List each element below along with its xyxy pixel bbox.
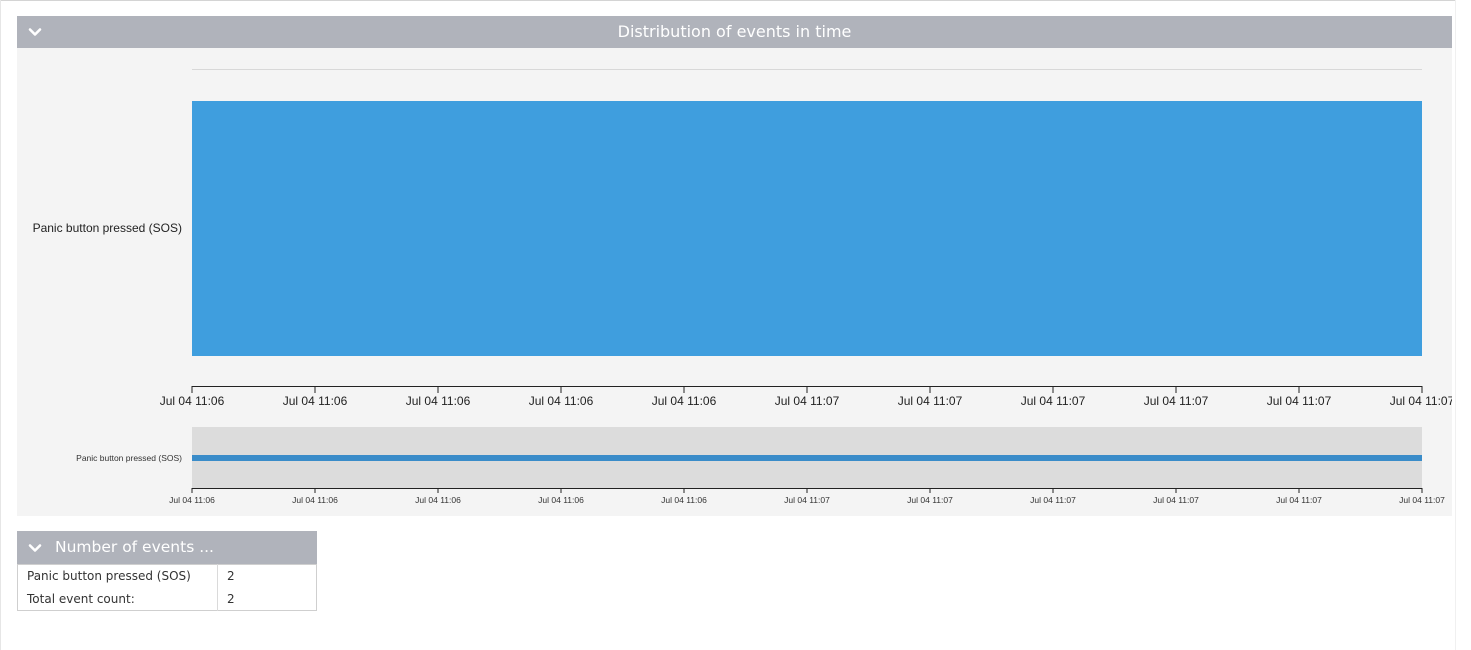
x-tick-label: Jul 04 11:06 — [529, 394, 594, 408]
event-bar — [192, 101, 1422, 356]
table-row: Total event count: 2 — [17, 587, 317, 611]
count-panel-header[interactable]: Number of events ... — [17, 531, 317, 564]
navigator-category-label: Panic button pressed (SOS) — [76, 453, 182, 463]
navigator-x-tick-label: Jul 04 11:07 — [1153, 495, 1199, 505]
navigator-x-tick-label: Jul 04 11:07 — [1030, 495, 1076, 505]
navigator-x-tick-label: Jul 04 11:06 — [661, 495, 707, 505]
total-count-label: Total event count: — [17, 587, 218, 611]
x-tick-label: Jul 04 11:06 — [160, 394, 225, 408]
navigator-x-tick-label: Jul 04 11:07 — [784, 495, 830, 505]
x-tick-label: Jul 04 11:07 — [775, 394, 840, 408]
navigator-x-tick-label: Jul 04 11:07 — [907, 495, 953, 505]
count-panel-title: Number of events ... — [55, 538, 214, 556]
x-tick-label: Jul 04 11:06 — [283, 394, 348, 408]
distribution-chart-area: Panic button pressed (SOS) Jul 04 11:06 Ju… — [17, 48, 1452, 516]
x-tick-label: Jul 04 11:07 — [1144, 394, 1209, 408]
top-border — [0, 0, 1456, 1]
left-border — [0, 0, 1, 650]
total-count-value: 2 — [227, 591, 235, 606]
event-type-label: Panic button pressed (SOS) — [17, 564, 218, 588]
event-count-table: Panic button pressed (SOS) 2 Total event… — [17, 564, 317, 611]
navigator-bar — [192, 455, 1422, 461]
x-tick-label: Jul 04 11:07 — [1267, 394, 1332, 408]
x-tick-label: Jul 04 11:06 — [406, 394, 471, 408]
x-tick-label: Jul 04 11:07 — [1390, 394, 1452, 408]
chevron-down-icon[interactable] — [28, 541, 42, 555]
navigator-x-tick-label: Jul 04 11:06 — [292, 495, 338, 505]
x-tick-label: Jul 04 11:07 — [1021, 394, 1086, 408]
x-tick-label: Jul 04 11:07 — [898, 394, 963, 408]
distribution-panel-header[interactable]: Distribution of events in time — [17, 16, 1452, 48]
distribution-panel-title: Distribution of events in time — [617, 22, 852, 41]
table-row: Panic button pressed (SOS) 2 — [17, 564, 317, 588]
timeline-chart: Panic button pressed (SOS) Jul 04 11:06 Ju… — [33, 69, 1452, 505]
event-count-value: 2 — [227, 569, 235, 584]
navigator-x-tick-label: Jul 04 11:07 — [1399, 495, 1445, 505]
navigator-x-tick-label: Jul 04 11:06 — [415, 495, 461, 505]
category-label: Panic button pressed (SOS) — [33, 221, 182, 235]
navigator-x-tick-label: Jul 04 11:06 — [169, 495, 215, 505]
scrollbar-track[interactable] — [1455, 0, 1471, 650]
navigator-x-tick-label: Jul 04 11:06 — [538, 495, 584, 505]
navigator-x-tick-label: Jul 04 11:07 — [1276, 495, 1322, 505]
x-tick-label: Jul 04 11:06 — [652, 394, 717, 408]
